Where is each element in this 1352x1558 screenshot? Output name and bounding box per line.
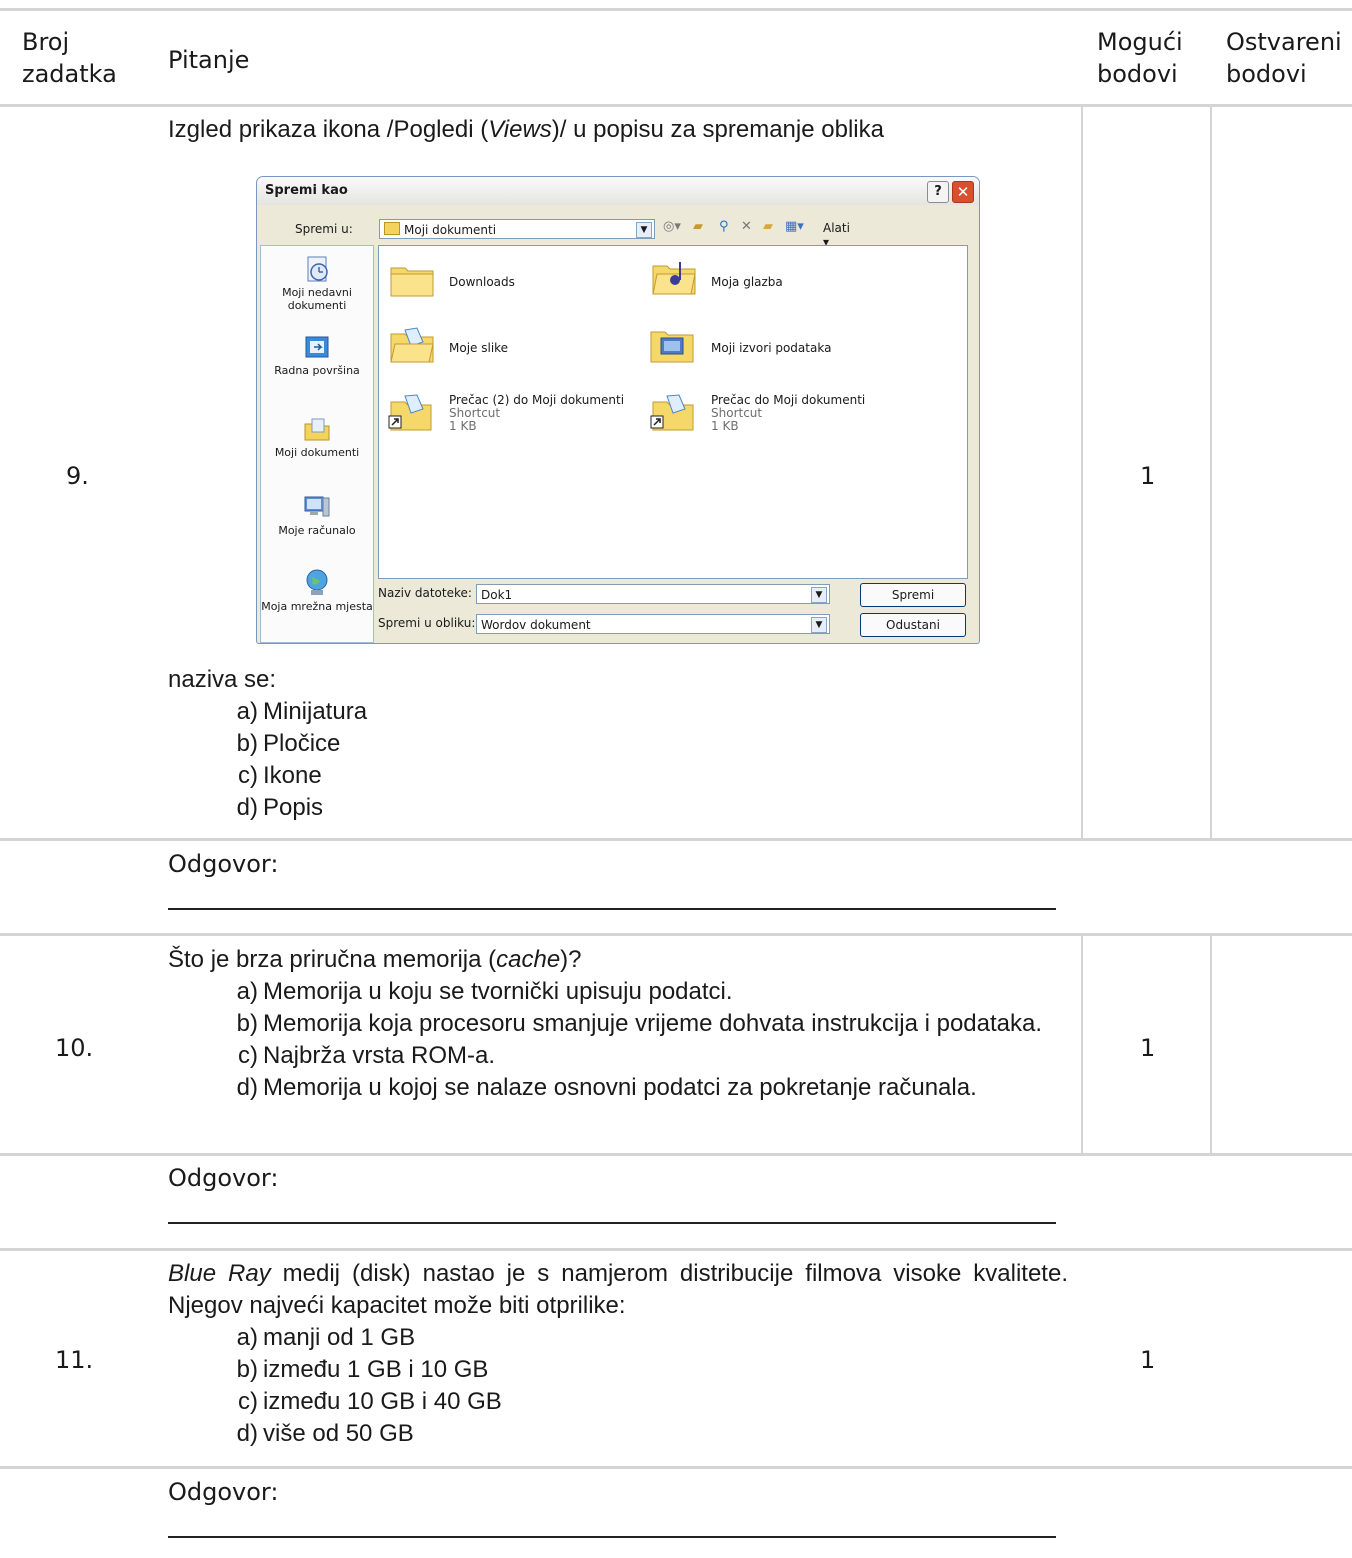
q9-options-block: naziva se: a) Minijatura b) Pločice c) Ikon… [168,664,367,824]
q9-number: 9. [66,462,89,490]
q9-points: 1 [1140,462,1156,490]
q9-option: c) Ikone [238,762,322,789]
pictures-folder-icon [390,327,434,363]
dialog-titlebar: Spremi kao ? ✕ [257,177,979,205]
folder-icon [384,222,400,235]
data-sources-folder-icon [650,331,694,363]
q11-answer-line[interactable] [168,1536,1056,1538]
delete-icon[interactable]: ✕ [741,219,752,234]
q11-top-rule [0,1248,1352,1251]
music-folder-icon [652,262,696,295]
place-recent[interactable]: Moji nedavni dokumenti [261,254,373,312]
recent-documents-icon [307,256,328,282]
place-desktop[interactable]: Radna površina [261,332,373,377]
my-documents-icon [304,418,330,441]
q11-number: 11. [55,1346,94,1374]
q11-answer-label: Odgovor: [168,1478,279,1506]
up-folder-icon[interactable]: ▰ [693,219,703,234]
search-icon[interactable]: ⚲ [719,219,729,234]
q9-bottom-rule [0,838,1352,841]
chevron-down-icon[interactable]: ▼ [811,617,827,633]
q10-number: 10. [55,1034,94,1062]
q10-top-rule [0,933,1352,936]
col-divider [1081,107,1083,838]
table-top-rule [0,8,1352,11]
place-network[interactable]: Moja mrežna mjesta [261,568,373,613]
dialog-title: Spremi kao [265,183,348,198]
q9-after-text: naziva se: [168,666,277,693]
filename-label: Naziv datoteke: [378,586,472,600]
header-col-question: Pitanje [168,46,250,74]
desktop-icon [305,336,329,358]
q10-option: d) Memorija u kojoj se nalaze osnovni pod… [236,1074,977,1101]
close-button[interactable]: ✕ [952,181,974,203]
col-divider [1081,936,1083,1153]
q9-question: Izgled prikaza ikona /Pogledi (Views)/ u… [168,116,884,143]
q10-question: Što je brza priručna memorija (cache)? a… [168,944,1073,1104]
q10-option: a) Memorija u koju se tvornički upisuju p… [236,978,733,1005]
q9-options: a) Minijatura b) Pločice c) Ikone d) Popis [168,696,367,824]
back-icon[interactable]: ◎▾ [663,219,681,234]
help-button[interactable]: ? [927,181,949,203]
places-bar: Moji nedavni dokumenti Radna površina Mo… [260,245,374,643]
new-folder-icon[interactable]: ▰ [763,219,773,234]
header-col-number: Broj zadatka [22,28,117,88]
q10-answer-line[interactable] [168,1222,1056,1224]
q10-bottom-rule [0,1153,1352,1156]
q10-option: b) Memorija koja procesoru smanjuje vrije… [236,1010,1043,1037]
folder-icon [390,267,434,297]
save-as-dialog: Spremi kao ? ✕ Spremi u: Moji dokumenti … [256,176,980,644]
q10-option: c) Najbrža vrsta ROM-a. [238,1042,496,1069]
q10-points: 1 [1140,1034,1156,1062]
col-divider [1210,107,1212,838]
cancel-button[interactable]: Odustani [860,613,966,637]
q11-points: 1 [1140,1346,1156,1374]
q9-option: d) Popis [236,794,324,821]
q11-option: a) manji od 1 GB [236,1324,416,1351]
save-in-label: Spremi u: [295,222,353,236]
network-places-icon [306,569,328,595]
chevron-down-icon[interactable]: ▼ [811,587,827,603]
q11-option: c) između 10 GB i 40 GB [238,1388,502,1415]
q11-question: Blue Ray medij (disk) nastao je s namjer… [168,1258,1068,1450]
shortcut-folder-icon [388,394,432,431]
header-col-earned: Ostvareni bodovi [1226,28,1342,88]
save-in-combo[interactable]: Moji dokumenti ▼ [379,219,655,239]
q11-options: a) manji od 1 GB b) između 1 GB i 10 GB c)… [168,1322,1068,1450]
shortcut-folder-icon [650,394,694,431]
filename-input[interactable]: Dok1 ▼ [476,584,830,604]
q9-option: a) Minijatura [236,698,368,725]
format-label: Spremi u obliku: [378,616,476,630]
q10-answer-label: Odgovor: [168,1164,279,1192]
q9-answer-label: Odgovor: [168,850,279,878]
place-my-computer[interactable]: Moje računalo [261,492,373,537]
file-list: Downloads Moja glazba Moje slike Moji iz… [378,245,968,579]
views-icon[interactable]: ▦▾ [785,219,804,234]
q11-option: d) više od 50 GB [236,1420,414,1447]
chevron-down-icon[interactable]: ▼ [636,222,652,238]
col-divider [1210,936,1212,1153]
q9-option: b) Pločice [236,730,341,757]
q11-option: b) između 1 GB i 10 GB [236,1356,489,1383]
q10-options: a) Memorija u koju se tvornički upisuju p… [168,976,1073,1104]
header-col-possible: Mogući bodovi [1097,28,1183,88]
q11-bottom-rule [0,1466,1352,1469]
place-my-documents[interactable]: Moji dokumenti [261,414,373,459]
save-button[interactable]: Spremi [860,583,966,607]
header-bottom-rule [0,104,1352,107]
format-select[interactable]: Wordov dokument ▼ [476,614,830,634]
q9-answer-line[interactable] [168,908,1056,910]
my-computer-icon [304,496,330,517]
